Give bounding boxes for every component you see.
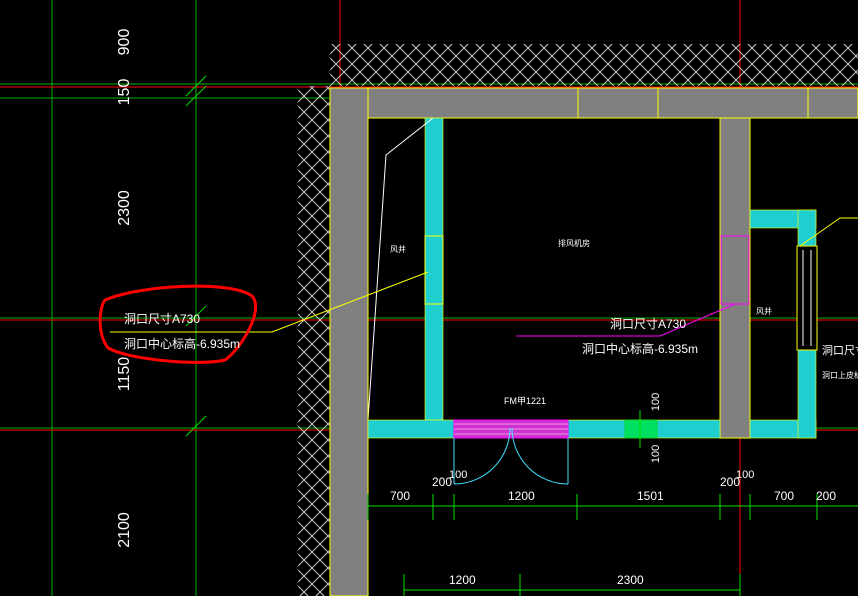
left-dim-5: 2100 (116, 512, 133, 548)
annot-center-elev: 洞口中心标高-6.935m (582, 341, 698, 356)
label-shaft-left: 风井 (390, 244, 406, 254)
lower-dim-1: 1200 (449, 573, 476, 587)
room-lines (367, 117, 434, 421)
vdim-2: 100 (650, 445, 662, 463)
bottom-dim-3: 1501 (637, 489, 664, 503)
bottom-dim-1: 700 (390, 489, 410, 503)
annot-left-size: 洞口尺寸A730 (124, 312, 200, 326)
vdim-1: 100 (650, 393, 662, 411)
left-dim-3: 2300 (116, 190, 133, 226)
label-fan-room: 排风机房 (558, 238, 590, 248)
left-dim-1: 900 (116, 29, 133, 56)
window-right (796, 245, 818, 351)
lower-dim-2: 2300 (617, 573, 644, 587)
earth-hatch-left (298, 86, 330, 596)
cad-drawing: 900 150 2300 1150 2100 风井 排风机房 风井 FM甲122… (0, 0, 858, 596)
left-dim-4: 1150 (116, 357, 133, 392)
small-dim-4: 100 (736, 469, 754, 481)
label-shaft-right: 风井 (756, 306, 772, 316)
earth-hatch-top (330, 44, 858, 86)
bottom-dim-2: 1200 (508, 489, 535, 503)
bottom-dim-4: 700 (774, 489, 794, 503)
left-dim-2: 150 (116, 79, 133, 106)
annot-center-size: 洞口尺寸A730 (610, 317, 686, 331)
door (453, 419, 569, 485)
annot-left-elev: 洞口中心标高-6.935m (124, 336, 240, 351)
bottom-dim-5: 200 (816, 489, 836, 503)
label-door: FM甲1221 (504, 396, 546, 406)
annot-right-size: 洞口尺寸26 (822, 343, 858, 357)
small-dim-2: 200 (432, 475, 452, 489)
annot-right-elev: 洞口上皮标高 (822, 370, 858, 380)
gap-marker (624, 419, 658, 439)
shaft-opening-center (720, 235, 750, 305)
